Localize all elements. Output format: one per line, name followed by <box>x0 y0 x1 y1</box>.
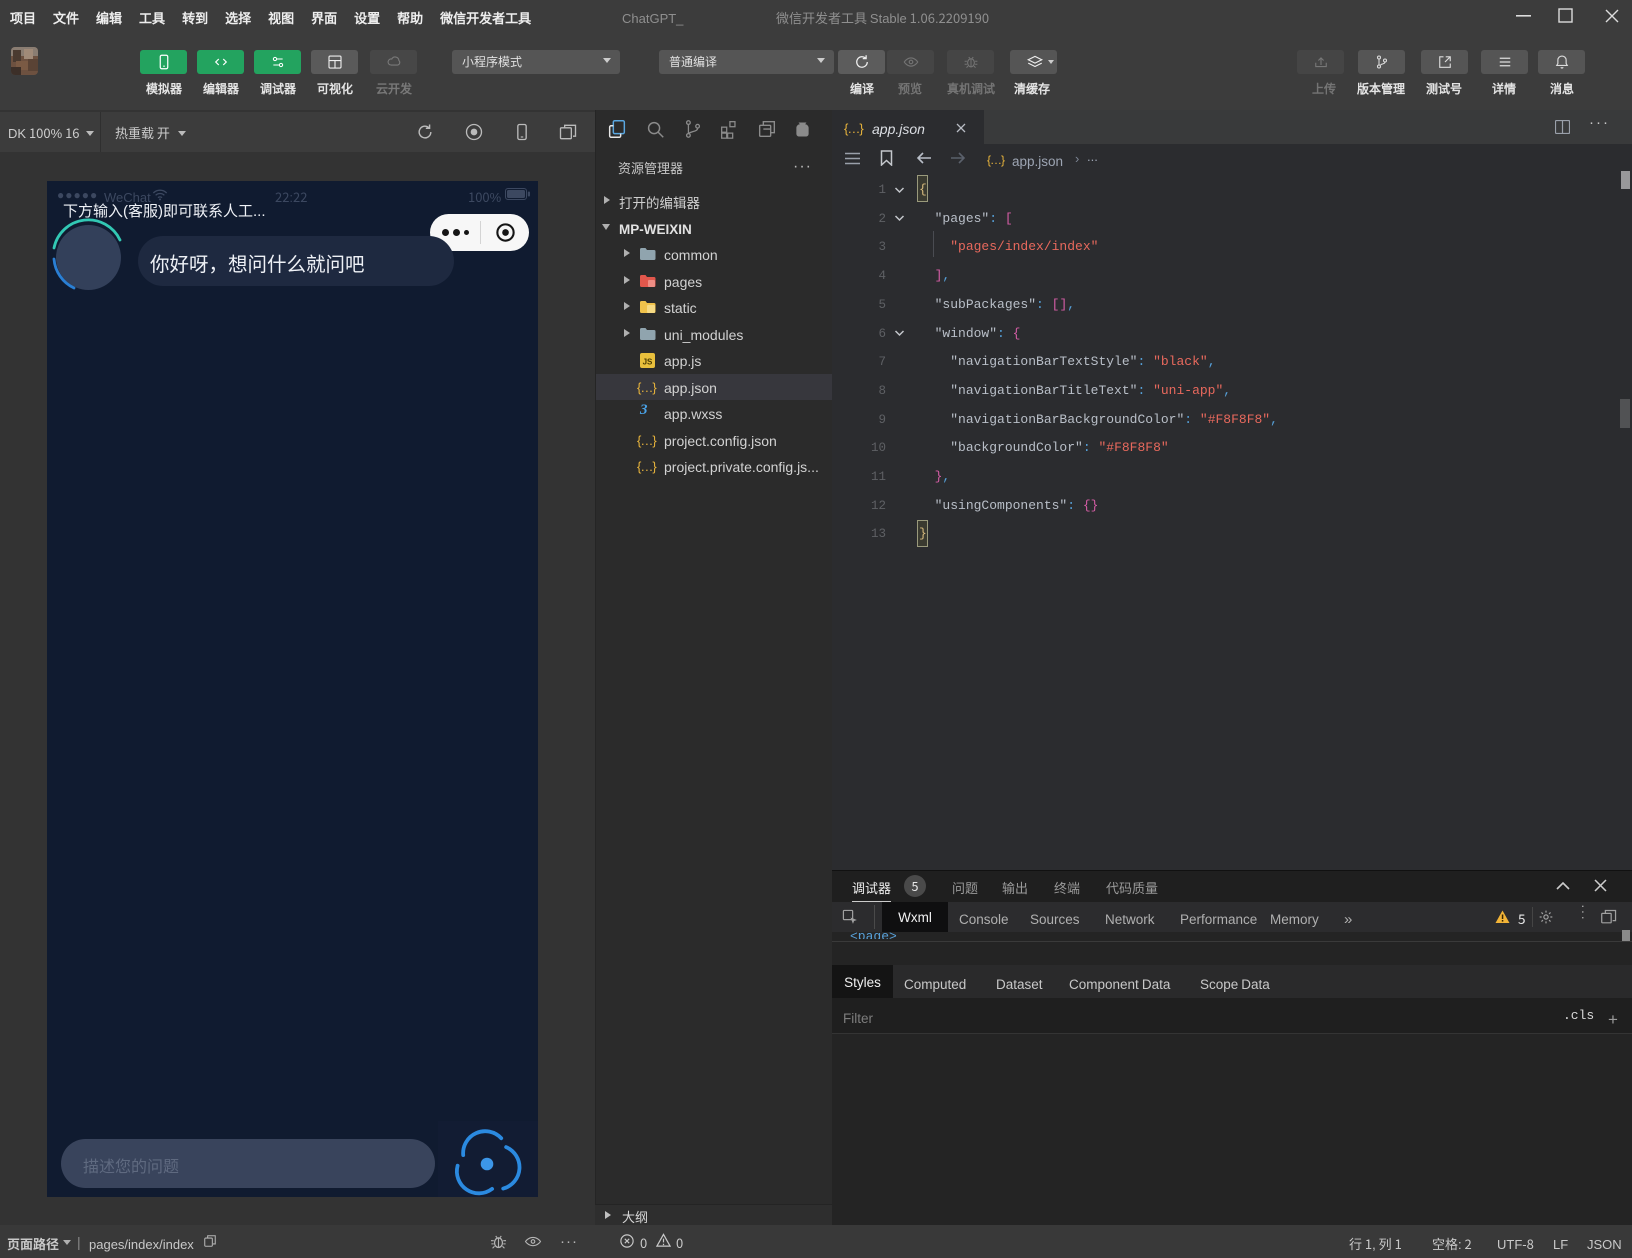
svg-text:JS: JS <box>643 358 653 367</box>
